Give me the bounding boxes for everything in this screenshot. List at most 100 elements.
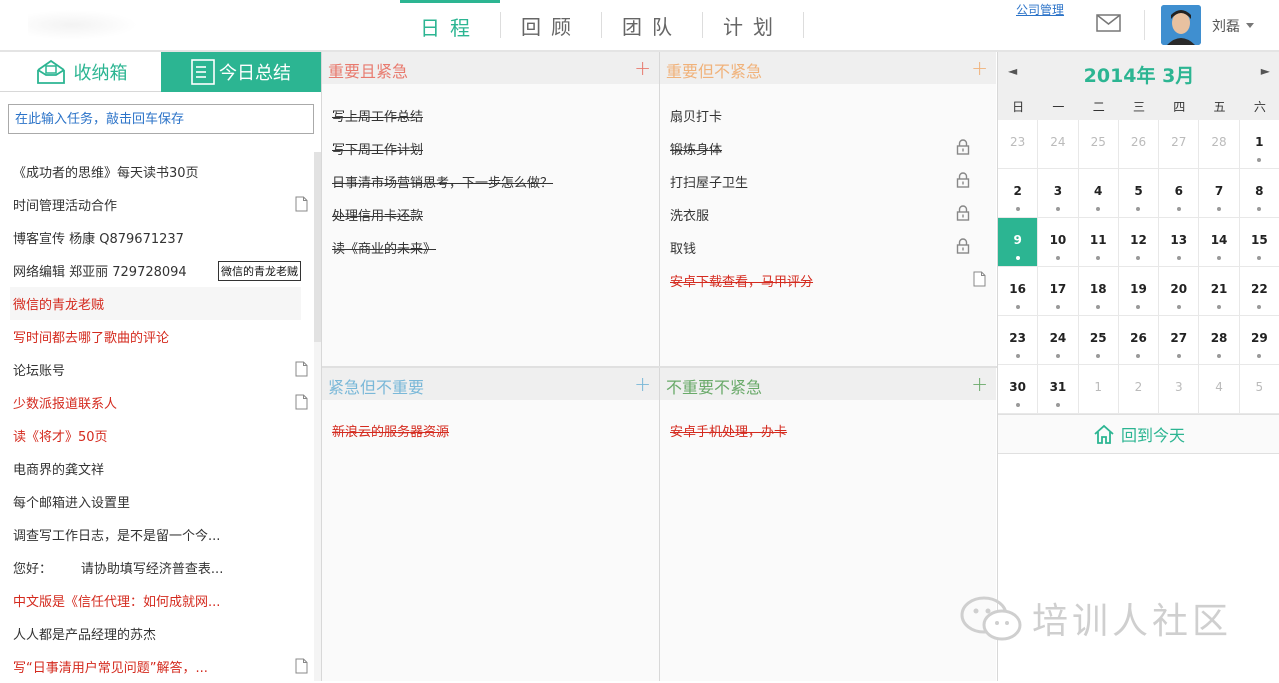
task-item[interactable]: 取钱 xyxy=(670,238,696,257)
calendar-day[interactable]: 10 xyxy=(1038,218,1079,267)
calendar-day[interactable]: 2 xyxy=(1118,365,1160,414)
list-item[interactable]: 微信的青龙老贼 xyxy=(10,287,301,320)
list-item[interactable]: 调查写工作日志，是不是留一个今... xyxy=(0,518,314,551)
calendar-day[interactable]: 24 xyxy=(1038,316,1079,365)
tab-inbox[interactable]: 收纳箱 xyxy=(0,52,161,92)
calendar-day[interactable]: 31 xyxy=(1038,365,1079,414)
calendar-day[interactable]: 24 xyxy=(1038,120,1079,169)
calendar-day[interactable]: 4 xyxy=(1078,169,1119,218)
lock-icon[interactable] xyxy=(956,172,970,188)
calendar-day[interactable]: 3 xyxy=(1159,365,1200,414)
add-icon[interactable]: + xyxy=(971,372,988,396)
calendar-day[interactable]: 28 xyxy=(1199,120,1240,169)
document-icon[interactable] xyxy=(295,196,308,212)
list-item[interactable]: 时间管理活动合作 xyxy=(0,188,314,221)
task-item[interactable]: 写下周工作计划 xyxy=(332,139,423,158)
calendar-day[interactable]: 7 xyxy=(1199,169,1240,218)
task-item[interactable]: 读《商业的未来》 xyxy=(332,238,436,257)
calendar-day[interactable]: 29 xyxy=(1239,316,1279,365)
list-item[interactable]: 中文版是《信任代理：如何成就网... xyxy=(0,584,314,617)
mail-icon[interactable] xyxy=(1096,14,1121,32)
list-item[interactable]: 少数派报道联系人 xyxy=(0,386,314,419)
task-item[interactable]: 打扫屋子卫生 xyxy=(670,172,748,191)
list-item[interactable]: 《成功者的思维》每天读书30页 xyxy=(0,155,314,188)
nav-tab-plan[interactable]: 计划 xyxy=(703,0,803,50)
task-item[interactable]: 安卓下载查看，马甲评分 xyxy=(670,271,813,290)
calendar-day[interactable]: 8 xyxy=(1239,169,1279,218)
list-item[interactable]: 人人都是产品经理的苏杰 xyxy=(0,617,314,650)
calendar-day[interactable]: 25 xyxy=(1078,316,1119,365)
calendar-day[interactable]: 20 xyxy=(1159,267,1200,316)
calendar-day[interactable]: 3 xyxy=(1038,169,1079,218)
document-icon[interactable] xyxy=(295,394,308,410)
lock-icon[interactable] xyxy=(956,139,970,155)
user-name[interactable]: 刘磊 xyxy=(1212,16,1240,36)
task-item[interactable]: 锻炼身体 xyxy=(670,139,722,158)
calendar-day[interactable]: 25 xyxy=(1078,120,1119,169)
nav-tab-team[interactable]: 团队 xyxy=(602,0,702,50)
list-item[interactable]: 每个邮箱进入设置里 xyxy=(0,485,314,518)
event-dot xyxy=(1096,256,1101,260)
document-icon[interactable] xyxy=(295,658,308,674)
calendar-day[interactable]: 16 xyxy=(998,267,1039,316)
list-item[interactable]: 您好： 请协助填写经济普查表... xyxy=(0,551,314,584)
tab-today-summary[interactable]: 今日总结 xyxy=(161,52,321,92)
task-item[interactable]: 扇贝打卡 xyxy=(670,106,722,125)
calendar-day[interactable]: 27 xyxy=(1159,316,1200,365)
task-item[interactable]: 安卓手机处理，办卡 xyxy=(670,421,787,440)
list-item[interactable]: 电商界的龚文祥 xyxy=(0,452,314,485)
calendar-day[interactable]: 23 xyxy=(998,120,1039,169)
lock-icon[interactable] xyxy=(956,238,970,254)
calendar-day[interactable]: 9 xyxy=(998,218,1039,267)
nav-tab-schedule[interactable]: 日程 xyxy=(400,0,500,50)
calendar-day[interactable]: 15 xyxy=(1239,218,1279,267)
task-item[interactable]: 处理信用卡还款 xyxy=(332,205,423,224)
list-item[interactable]: 写“日事清用户常见问题”解答，... xyxy=(0,650,314,683)
calendar-day[interactable]: 5 xyxy=(1239,365,1279,414)
calendar-day[interactable]: 17 xyxy=(1038,267,1079,316)
task-input[interactable] xyxy=(8,104,314,134)
calendar-day[interactable]: 1 xyxy=(1078,365,1119,414)
calendar-day[interactable]: 12 xyxy=(1118,218,1160,267)
calendar-day[interactable]: 6 xyxy=(1159,169,1200,218)
list-item[interactable]: 论坛账号 xyxy=(0,353,314,386)
calendar-day[interactable]: 2 xyxy=(998,169,1039,218)
calendar-day[interactable]: 11 xyxy=(1078,218,1119,267)
add-icon[interactable]: + xyxy=(634,372,651,396)
task-item[interactable]: 日事清市场营销思考，下一步怎么做？ xyxy=(332,172,553,191)
calendar-day[interactable]: 27 xyxy=(1159,120,1200,169)
add-icon[interactable]: + xyxy=(971,56,988,80)
next-month-icon[interactable]: ► xyxy=(1261,64,1270,78)
task-item[interactable]: 新浪云的服务器资源 xyxy=(332,421,449,440)
calendar-day[interactable]: 1 xyxy=(1239,120,1279,169)
calendar-day[interactable]: 5 xyxy=(1118,169,1160,218)
document-icon[interactable] xyxy=(973,271,986,287)
calendar-day[interactable]: 26 xyxy=(1118,120,1160,169)
document-icon[interactable] xyxy=(295,361,308,377)
nav-tab-review[interactable]: 回顾 xyxy=(501,0,601,50)
task-item[interactable]: 写上周工作总结 xyxy=(332,106,423,125)
company-management-link[interactable]: 公司管理 xyxy=(1016,1,1064,18)
chevron-down-icon[interactable] xyxy=(1246,23,1254,28)
task-item[interactable]: 洗衣服 xyxy=(670,205,709,224)
lock-icon[interactable] xyxy=(956,205,970,221)
logo[interactable] xyxy=(28,10,138,40)
avatar[interactable] xyxy=(1161,5,1201,45)
calendar-day[interactable]: 14 xyxy=(1199,218,1240,267)
scrollbar-thumb[interactable] xyxy=(314,152,321,342)
list-item[interactable]: 读《将才》50页 xyxy=(0,419,314,452)
list-item[interactable]: 写时间都去哪了歌曲的评论 xyxy=(0,320,314,353)
calendar-day[interactable]: 30 xyxy=(998,365,1039,414)
back-to-today-button[interactable]: 回到今天 xyxy=(998,414,1279,454)
calendar-day[interactable]: 13 xyxy=(1159,218,1200,267)
calendar-day[interactable]: 23 xyxy=(998,316,1039,365)
calendar-day[interactable]: 26 xyxy=(1118,316,1160,365)
calendar-day[interactable]: 28 xyxy=(1199,316,1240,365)
add-icon[interactable]: + xyxy=(634,56,651,80)
calendar-day[interactable]: 22 xyxy=(1239,267,1279,316)
calendar-day[interactable]: 18 xyxy=(1078,267,1119,316)
list-item[interactable]: 博客宣传 杨康 Q879671237 xyxy=(0,221,314,254)
calendar-day[interactable]: 4 xyxy=(1199,365,1240,414)
calendar-day[interactable]: 21 xyxy=(1199,267,1240,316)
calendar-day[interactable]: 19 xyxy=(1118,267,1160,316)
